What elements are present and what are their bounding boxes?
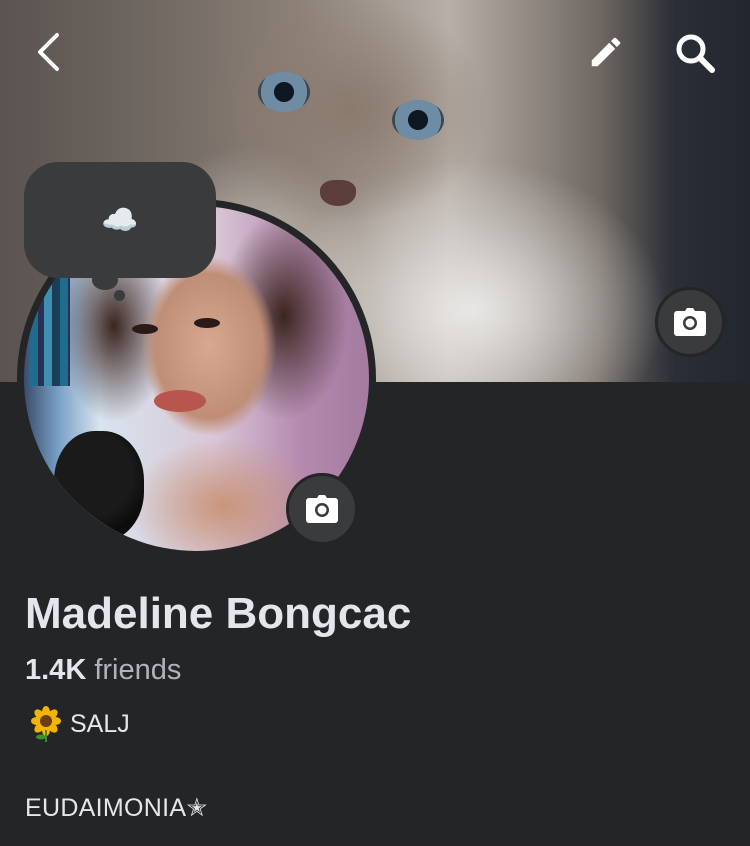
bio-line-1-text: SALJ [70, 709, 130, 738]
friends-label: friends [94, 654, 182, 686]
cat-eye-left [258, 72, 310, 112]
cat-eye-right [392, 100, 444, 140]
friends-count-link[interactable]: 1.4K friends [25, 654, 181, 687]
chevron-left-icon [38, 33, 59, 71]
search-icon [676, 34, 715, 73]
camera-icon [306, 495, 338, 523]
face-eye-left [132, 324, 158, 334]
cat-nose [320, 180, 356, 206]
pencil-icon [591, 37, 621, 67]
back-button[interactable] [28, 30, 68, 74]
bookshelf [30, 266, 70, 386]
bio-line-2: EUDAIMONIA✭ [25, 794, 208, 822]
profile-camera-button[interactable] [286, 473, 358, 545]
face-lips [154, 390, 206, 412]
edit-cover-button[interactable] [584, 30, 628, 74]
note-bubble-tail-dot [114, 290, 125, 301]
search-button[interactable] [670, 28, 720, 78]
face-eye-right [194, 318, 220, 328]
note-bubble-tail [92, 270, 118, 290]
profile-note-bubble[interactable]: ☁️ [24, 162, 216, 278]
sunflower-icon [31, 706, 61, 742]
cloud-icon: ☁️ [101, 202, 139, 238]
black-ruffle [54, 431, 144, 541]
camera-icon [674, 308, 706, 336]
profile-name: Madeline Bongcac [25, 589, 412, 638]
cover-camera-button[interactable] [655, 287, 725, 357]
bio-line-1: SALJ [28, 704, 130, 744]
friends-count: 1.4K [25, 654, 87, 686]
